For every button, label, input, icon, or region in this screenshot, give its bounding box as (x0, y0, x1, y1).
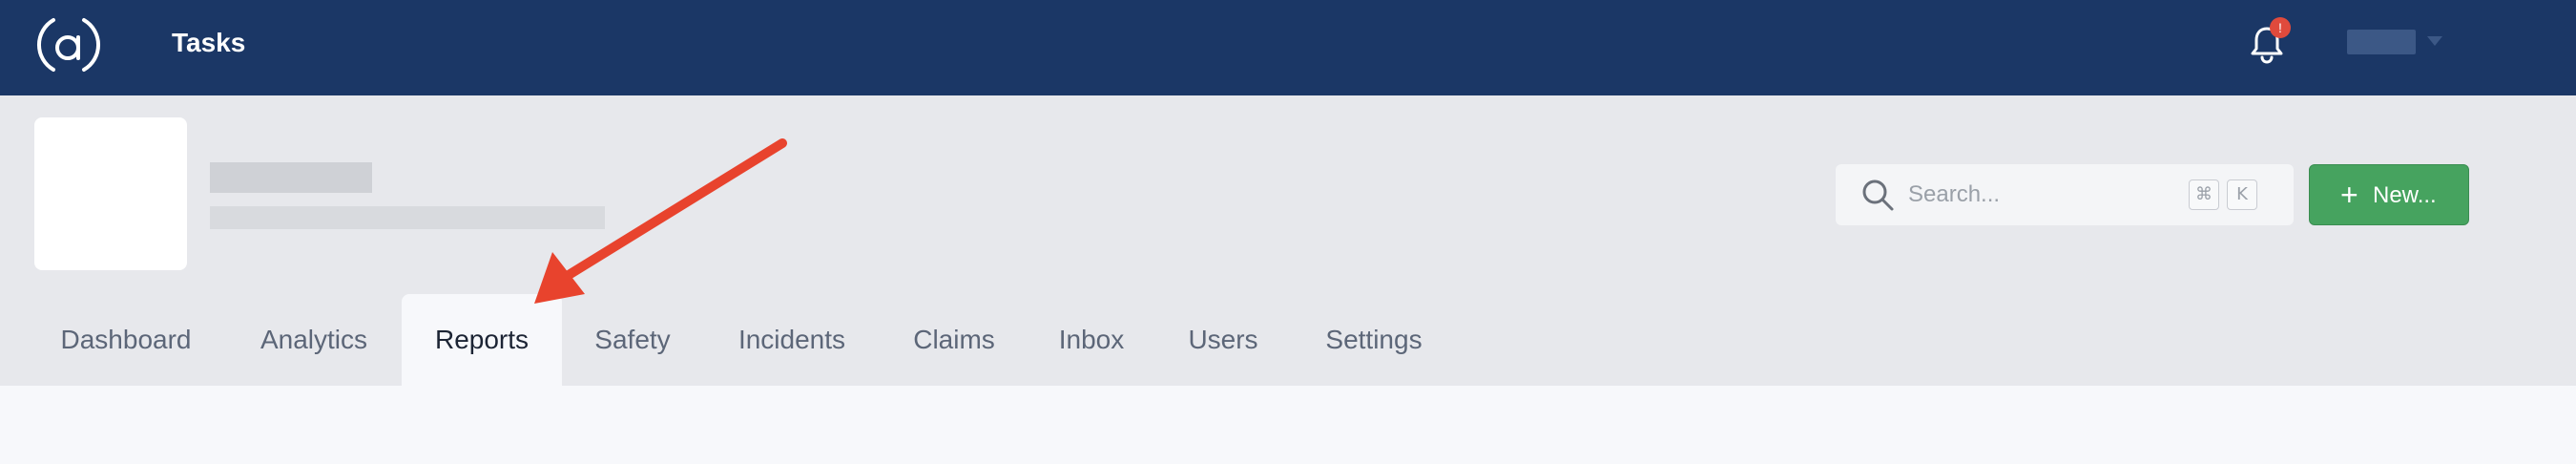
top-navigation-bar: Tasks ! (0, 0, 2576, 95)
tab-users[interactable]: Users (1174, 294, 1273, 386)
tab-incidents[interactable]: Incidents (717, 294, 866, 386)
shortcut-key: K (2227, 179, 2257, 210)
organization-subtitle-placeholder (210, 206, 605, 229)
tab-safety[interactable]: Safety (578, 294, 687, 386)
tab-analytics[interactable]: Analytics (240, 294, 387, 386)
new-button[interactable]: + New... (2309, 164, 2469, 225)
user-menu[interactable] (2347, 27, 2442, 57)
search-icon (1862, 179, 1894, 211)
search-input[interactable] (1906, 176, 2173, 214)
app-title[interactable]: Tasks (172, 27, 245, 59)
organization-logo (34, 117, 187, 270)
tab-bar: Dashboard Analytics Reports Safety Incid… (0, 294, 2576, 386)
user-name-placeholder (2347, 30, 2416, 54)
tab-inbox[interactable]: Inbox (1044, 294, 1139, 386)
caret-down-icon (2427, 36, 2442, 46)
plus-icon: + (2340, 178, 2358, 212)
tab-reports[interactable]: Reports (402, 294, 562, 386)
shortcut-modifier-key: ⌘ (2189, 179, 2219, 210)
organization-name-placeholder (210, 162, 372, 193)
new-button-label: New... (2373, 182, 2437, 208)
main-content (0, 386, 2576, 464)
tab-claims[interactable]: Claims (897, 294, 1011, 386)
tab-dashboard[interactable]: Dashboard (34, 294, 218, 386)
search-box[interactable]: ⌘ K (1836, 164, 2294, 225)
tab-settings[interactable]: Settings (1309, 294, 1439, 386)
notification-badge: ! (2270, 17, 2291, 38)
logo-icon[interactable] (36, 12, 101, 77)
